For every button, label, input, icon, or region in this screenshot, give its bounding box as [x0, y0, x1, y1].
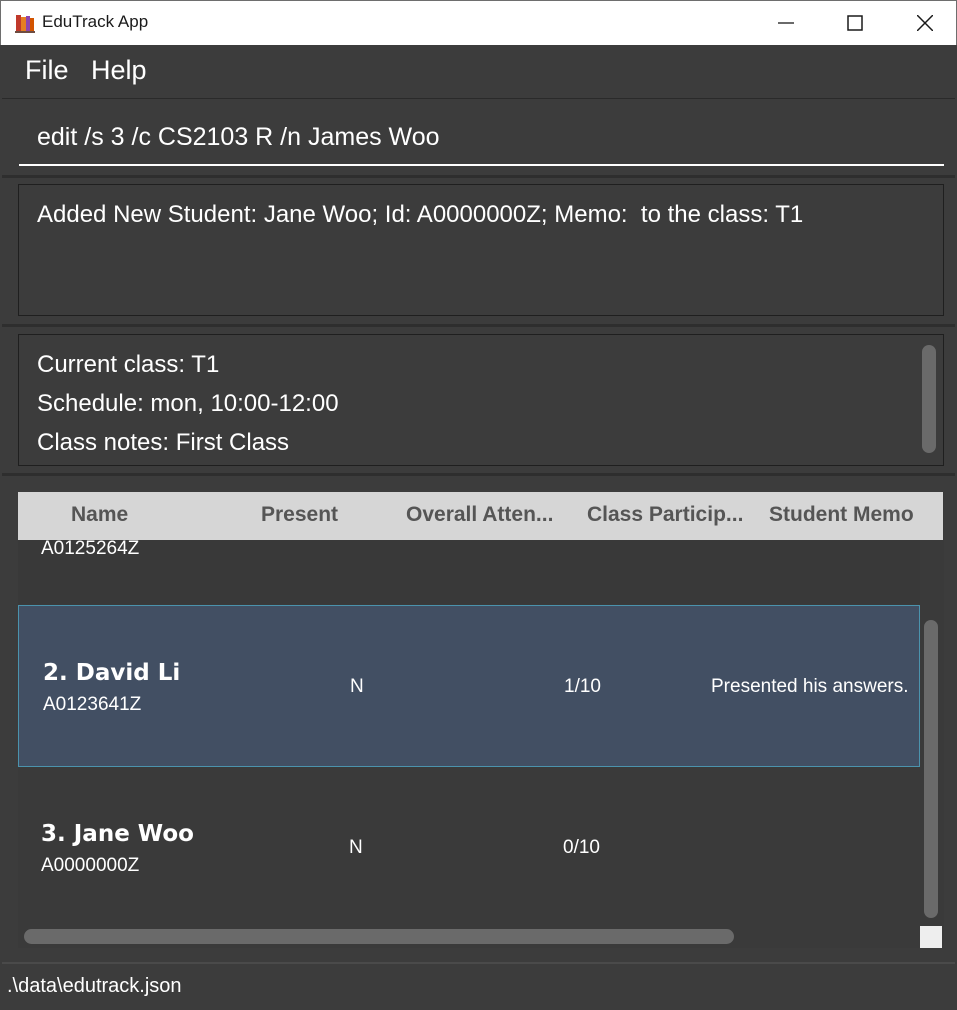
menu-bar: File Help: [2, 45, 955, 99]
divider: [2, 175, 955, 178]
divider: [2, 324, 955, 327]
divider: [2, 473, 955, 476]
table-body: A0125264Z 2. David Li A0123641Z N 1/10 P…: [18, 492, 920, 926]
maximize-button[interactable]: [832, 1, 878, 46]
class-info-panel: Current class: T1 Schedule: mon, 10:00-1…: [18, 334, 944, 466]
student-name: 3. Jane Woo: [41, 821, 194, 847]
status-bar: .\data\edutrack.json: [2, 962, 955, 1010]
column-header-present[interactable]: Present: [261, 503, 338, 527]
close-button[interactable]: [902, 1, 948, 46]
student-id: A0123641Z: [43, 694, 142, 715]
participation-cell: 0/10: [563, 837, 600, 858]
command-box[interactable]: edit /s 3 /c CS2103 R /n James Woo: [19, 111, 944, 166]
result-display: Added New Student: Jane Woo; Id: A000000…: [18, 184, 944, 316]
minimize-icon: [778, 22, 794, 24]
close-icon: [917, 15, 933, 31]
menu-file[interactable]: File: [25, 55, 69, 86]
class-schedule: Schedule: mon, 10:00-12:00: [37, 390, 339, 417]
student-name: 2. David Li: [43, 660, 181, 686]
title-bar: EduTrack App: [0, 0, 957, 45]
table-row[interactable]: 2. David Li A0123641Z N 1/10 Presented h…: [18, 605, 920, 767]
class-notes: Class notes: First Class: [37, 429, 290, 456]
column-header-name[interactable]: Name: [71, 503, 128, 527]
student-table: A0125264Z 2. David Li A0123641Z N 1/10 P…: [18, 492, 944, 948]
class-info-scrollbar[interactable]: [922, 345, 936, 453]
participation-cell: 1/10: [564, 676, 601, 697]
column-header-class-participation[interactable]: Class Particip...: [587, 503, 743, 527]
minimize-button[interactable]: [763, 1, 809, 46]
column-header-overall-attendance[interactable]: Overall Atten...: [406, 503, 553, 527]
student-id: A0000000Z: [41, 855, 140, 876]
present-cell: N: [350, 676, 364, 697]
app-books-icon: [14, 12, 36, 34]
save-location: .\data\edutrack.json: [7, 975, 182, 997]
command-input[interactable]: edit /s 3 /c CS2103 R /n James Woo: [37, 123, 440, 152]
student-id: A0125264Z: [41, 538, 140, 559]
present-cell: N: [349, 837, 363, 858]
table-horizontal-scrollbar[interactable]: [24, 929, 734, 944]
table-row[interactable]: 3. Jane Woo A0000000Z N 0/10: [18, 767, 920, 929]
current-class: Current class: T1: [37, 351, 220, 378]
column-header-student-memo[interactable]: Student Memo: [769, 503, 914, 527]
memo-cell: Presented his answers.: [711, 676, 909, 697]
table-header: Name Present Overall Atten... Class Part…: [18, 492, 943, 540]
table-vertical-scrollbar[interactable]: [924, 620, 938, 918]
scroll-corner: [920, 926, 942, 948]
menu-help[interactable]: Help: [91, 55, 147, 86]
result-message: Added New Student: Jane Woo; Id: A000000…: [37, 201, 804, 228]
maximize-icon: [847, 15, 863, 31]
window-title: EduTrack App: [42, 12, 149, 31]
